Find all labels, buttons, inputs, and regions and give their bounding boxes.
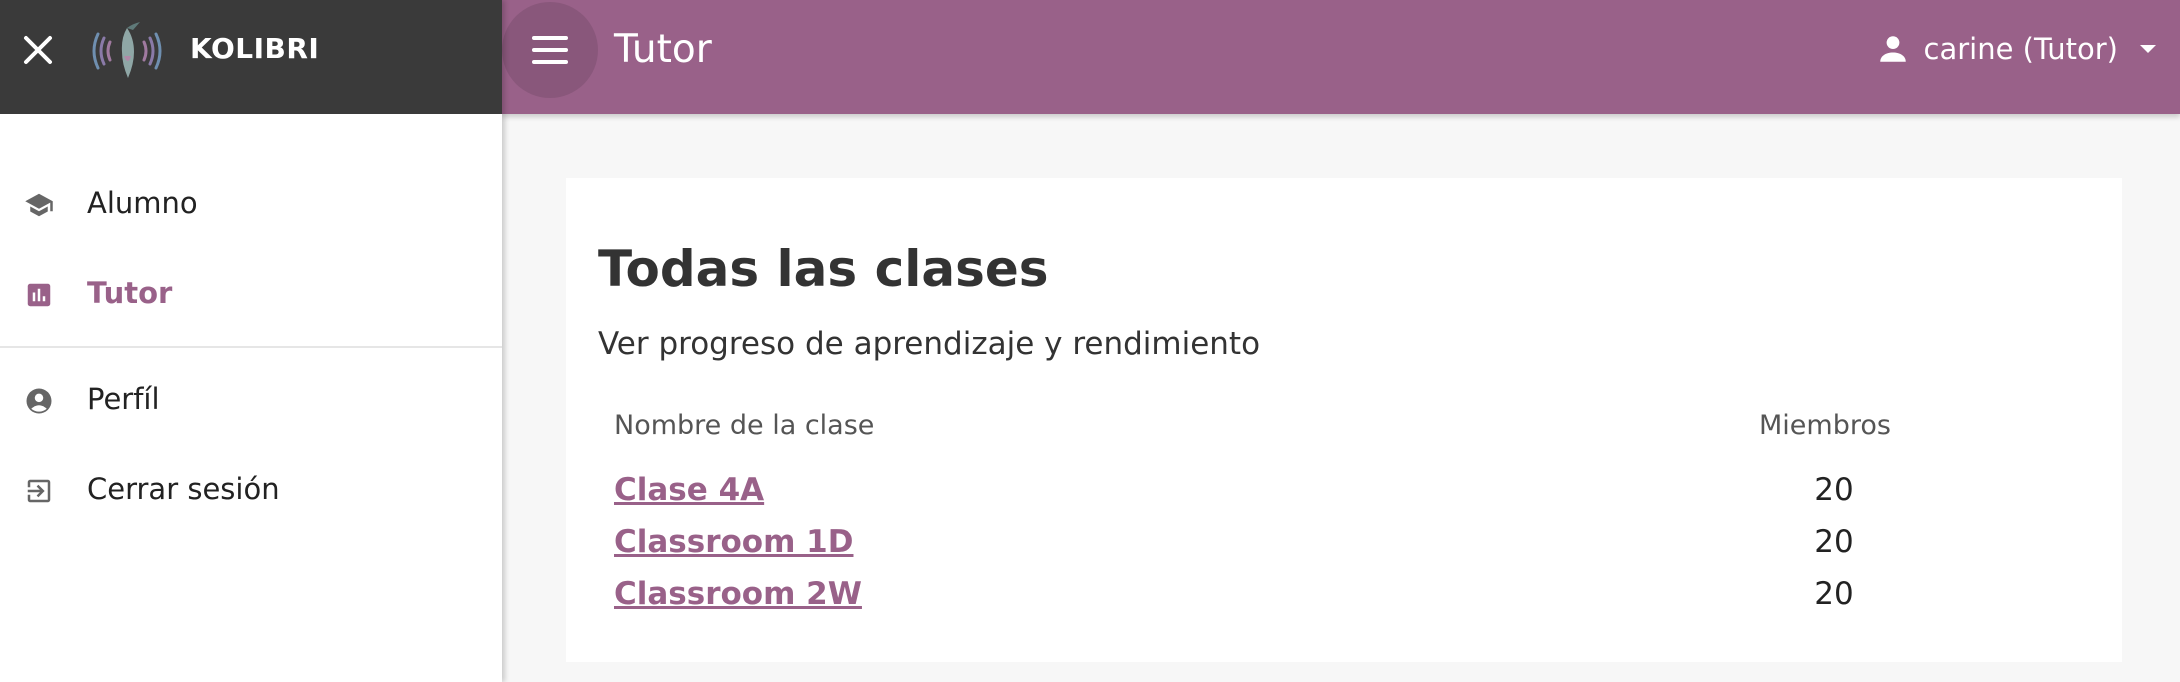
column-header-class-name: Nombre de la clase xyxy=(614,410,875,441)
members-count: 20 xyxy=(1814,576,1854,612)
page-header-title: Tutor xyxy=(614,27,712,72)
brand-name: KOLIBRI xyxy=(190,32,320,65)
bar-chart-icon xyxy=(27,283,51,307)
column-header-members: Miembros xyxy=(1759,410,1891,441)
menu-icon[interactable] xyxy=(502,2,598,98)
app-bar: Tutor carine (Tutor) xyxy=(502,0,2180,114)
sidebar-item-label: Tutor xyxy=(87,276,173,310)
chevron-down-icon xyxy=(2140,45,2156,53)
sidebar-item-label: Perfíl xyxy=(87,382,160,416)
school-cap-icon xyxy=(25,193,53,217)
nav-divider xyxy=(0,346,502,348)
page-subtitle: Ver progreso de aprendizaje y rendimient… xyxy=(598,326,1261,362)
class-link[interactable]: Classroom 1D xyxy=(614,524,853,560)
user-label: carine (Tutor) xyxy=(1923,32,2119,66)
side-nav: KOLIBRI Alumno Tutor Perfíl Cerrar sesió… xyxy=(0,0,502,682)
user-menu-button[interactable]: carine (Tutor) xyxy=(1876,26,2156,72)
person-icon xyxy=(1879,36,1906,62)
classes-card: Todas las clases Ver progreso de aprendi… xyxy=(566,178,2122,662)
members-count: 20 xyxy=(1814,524,1854,560)
sidebar-item-label: Cerrar sesión xyxy=(87,472,280,506)
class-link[interactable]: Classroom 2W xyxy=(614,576,862,612)
page-title: Todas las clases xyxy=(598,240,1049,298)
class-link[interactable]: Clase 4A xyxy=(614,472,764,508)
side-nav-header: KOLIBRI xyxy=(0,0,502,114)
kolibri-logo xyxy=(92,22,162,78)
sidebar-item-label: Alumno xyxy=(87,186,198,220)
exit-icon xyxy=(27,479,51,503)
sidebar-item-tutor[interactable]: Tutor xyxy=(0,258,502,328)
account-circle-icon xyxy=(26,388,52,414)
sidebar-item-alumno[interactable]: Alumno xyxy=(0,168,502,238)
sidebar-item-perfil[interactable]: Perfíl xyxy=(0,364,502,434)
sidebar-item-cerrar-sesion[interactable]: Cerrar sesión xyxy=(0,454,502,524)
close-icon[interactable] xyxy=(18,30,58,70)
members-count: 20 xyxy=(1814,472,1854,508)
